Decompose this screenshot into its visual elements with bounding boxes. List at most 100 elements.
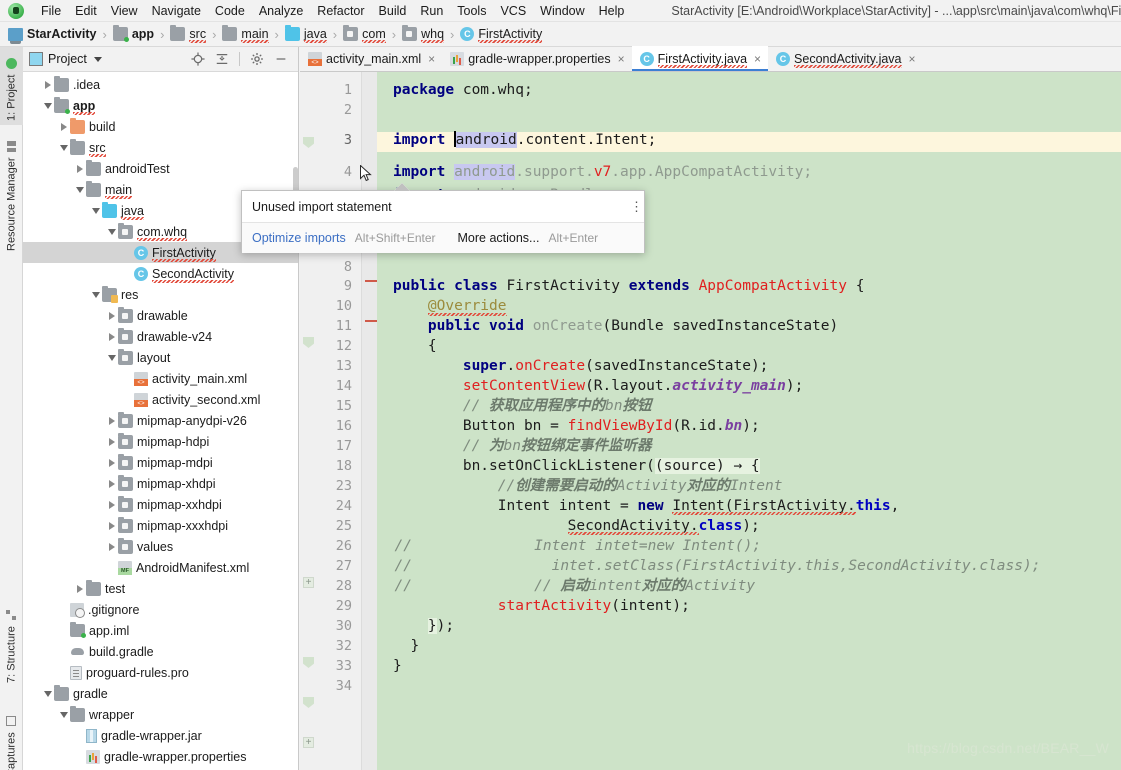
chevron-down-icon[interactable] [93, 56, 102, 62]
menu-item-view[interactable]: View [104, 2, 145, 20]
chevron-down-icon[interactable] [73, 186, 86, 193]
tree-node[interactable]: values [23, 536, 298, 557]
tree-node[interactable]: app.iml [23, 620, 298, 641]
code-line-12: { [427, 338, 437, 354]
chevron-down-icon[interactable] [105, 354, 118, 361]
sidebar-item-resource-manager[interactable]: Resource Manager [0, 127, 23, 255]
tree-node[interactable]: app [23, 95, 298, 116]
chevron-down-icon[interactable] [41, 102, 54, 109]
intention-popup[interactable]: Unused import statement ⋮ Optimize impor… [241, 183, 645, 253]
chevron-right-icon[interactable] [105, 479, 118, 488]
optimize-imports-link[interactable]: Optimize imports [252, 231, 346, 245]
menu-item-window[interactable]: Window [533, 2, 591, 20]
project-tree[interactable]: .idea app build src androidTest main java com.w… [23, 72, 298, 770]
chevron-down-icon[interactable] [89, 207, 102, 214]
chevron-right-icon[interactable] [105, 437, 118, 446]
tree-node[interactable]: mipmap-anydpi-v26 [23, 410, 298, 431]
tree-node[interactable]: androidTest [23, 158, 298, 179]
editor-tab[interactable]: C SecondActivity.java × [768, 46, 922, 71]
chevron-down-icon[interactable] [57, 711, 70, 718]
tree-node[interactable]: C SecondActivity [23, 263, 298, 284]
chevron-right-icon[interactable] [105, 458, 118, 467]
tree-node[interactable]: res [23, 284, 298, 305]
menu-item-help[interactable]: Help [592, 2, 632, 20]
chevron-right-icon[interactable] [105, 500, 118, 509]
tree-node[interactable]: mipmap-hdpi [23, 431, 298, 452]
menu-item-file[interactable]: File [34, 2, 68, 20]
breadcrumb-item-project[interactable]: StarActivity [8, 27, 96, 44]
tree-node[interactable]: mipmap-mdpi [23, 452, 298, 473]
fold-expand-icon[interactable]: + [303, 577, 314, 588]
tree-node[interactable]: layout [23, 347, 298, 368]
tree-node[interactable]: mipmap-xhdpi [23, 473, 298, 494]
menu-item-edit[interactable]: Edit [68, 2, 104, 20]
tree-node[interactable]: mipmap-xxhdpi [23, 494, 298, 515]
breadcrumb-item-java[interactable]: java [284, 25, 327, 43]
menu-item-build[interactable]: Build [372, 2, 414, 20]
chevron-right-icon[interactable] [105, 416, 118, 425]
chevron-right-icon[interactable] [57, 122, 70, 131]
code-editor[interactable]: 1 2 3 4 8 9 10 11 12 13 14 15 16 17 18 23 24 25 26 27 28 29 30… [300, 72, 1121, 770]
tree-node[interactable]: gradle-wrapper.jar [23, 725, 298, 746]
fold-expand-icon[interactable]: + [303, 737, 314, 748]
tree-node[interactable]: mipmap-xxxhdpi [23, 515, 298, 536]
chevron-right-icon[interactable] [41, 80, 54, 89]
more-actions-link[interactable]: More actions... [458, 231, 540, 245]
editor-tab[interactable]: activity_main.xml × [300, 46, 442, 71]
editor-tab[interactable]: gradle-wrapper.properties × [442, 46, 631, 71]
tree-node[interactable]: gradle-wrapper.properties [23, 746, 298, 767]
tree-node[interactable]: src [23, 137, 298, 158]
tree-node[interactable]: AndroidManifest.xml [23, 557, 298, 578]
code-text-area[interactable]: package com.whq; import android.content.… [377, 72, 1121, 770]
sidebar-item-project[interactable]: 1: Project [0, 47, 23, 125]
breadcrumb-item-whq[interactable]: whq [402, 25, 444, 43]
tree-node[interactable]: test [23, 578, 298, 599]
tree-node[interactable]: .idea [23, 74, 298, 95]
tree-node[interactable]: activity_main.xml [23, 368, 298, 389]
close-tab-icon[interactable]: × [428, 52, 435, 66]
breadcrumb-item-main[interactable]: main [222, 25, 269, 43]
tree-node[interactable]: drawable-v24 [23, 326, 298, 347]
gear-icon[interactable] [250, 52, 264, 66]
tree-node[interactable]: drawable [23, 305, 298, 326]
menu-item-navigate[interactable]: Navigate [145, 2, 208, 20]
menu-item-run[interactable]: Run [413, 2, 450, 20]
tree-node[interactable]: wrapper [23, 704, 298, 725]
tree-node[interactable]: build [23, 116, 298, 137]
editor-tab-bar[interactable]: activity_main.xml×gradle-wrapper.propert… [300, 46, 1121, 72]
sidebar-item-layout-captures[interactable]: Layout Captures [0, 692, 23, 770]
breadcrumb-item-src[interactable]: src [170, 25, 206, 43]
tree-node[interactable]: build.gradle [23, 641, 298, 662]
menu-item-refactor[interactable]: Refactor [310, 2, 371, 20]
more-vertical-icon[interactable]: ⋮ [630, 200, 643, 213]
menu-item-code[interactable]: Code [208, 2, 252, 20]
chevron-down-icon[interactable] [57, 144, 70, 151]
collapse-all-icon[interactable] [215, 52, 229, 66]
close-tab-icon[interactable]: × [618, 52, 625, 66]
tree-node[interactable]: gradle [23, 683, 298, 704]
menu-item-analyze[interactable]: Analyze [252, 2, 310, 20]
breadcrumb-item-firstactivity[interactable]: C FirstActivity [460, 27, 542, 43]
tree-node[interactable]: proguard-rules.pro [23, 662, 298, 683]
chevron-right-icon[interactable] [73, 164, 86, 173]
close-tab-icon[interactable]: × [754, 52, 761, 66]
chevron-down-icon[interactable] [41, 690, 54, 697]
chevron-right-icon[interactable] [105, 332, 118, 341]
chevron-right-icon[interactable] [105, 521, 118, 530]
chevron-right-icon[interactable] [73, 584, 86, 593]
hide-panel-icon[interactable] [274, 52, 288, 66]
menu-item-tools[interactable]: Tools [450, 2, 493, 20]
editor-tab[interactable]: C FirstActivity.java × [631, 46, 769, 71]
chevron-right-icon[interactable] [105, 542, 118, 551]
close-tab-icon[interactable]: × [909, 52, 916, 66]
sidebar-item-structure[interactable]: 7: Structure [0, 587, 23, 687]
tree-node[interactable]: activity_second.xml [23, 389, 298, 410]
chevron-down-icon[interactable] [89, 291, 102, 298]
chevron-down-icon[interactable] [105, 228, 118, 235]
breadcrumb-item-app[interactable]: app [112, 25, 154, 42]
tree-node[interactable]: .gitignore [23, 599, 298, 620]
breadcrumb-item-com[interactable]: com [343, 25, 386, 43]
menu-item-vcs[interactable]: VCS [493, 2, 533, 20]
chevron-right-icon[interactable] [105, 311, 118, 320]
locate-icon[interactable] [191, 52, 205, 66]
